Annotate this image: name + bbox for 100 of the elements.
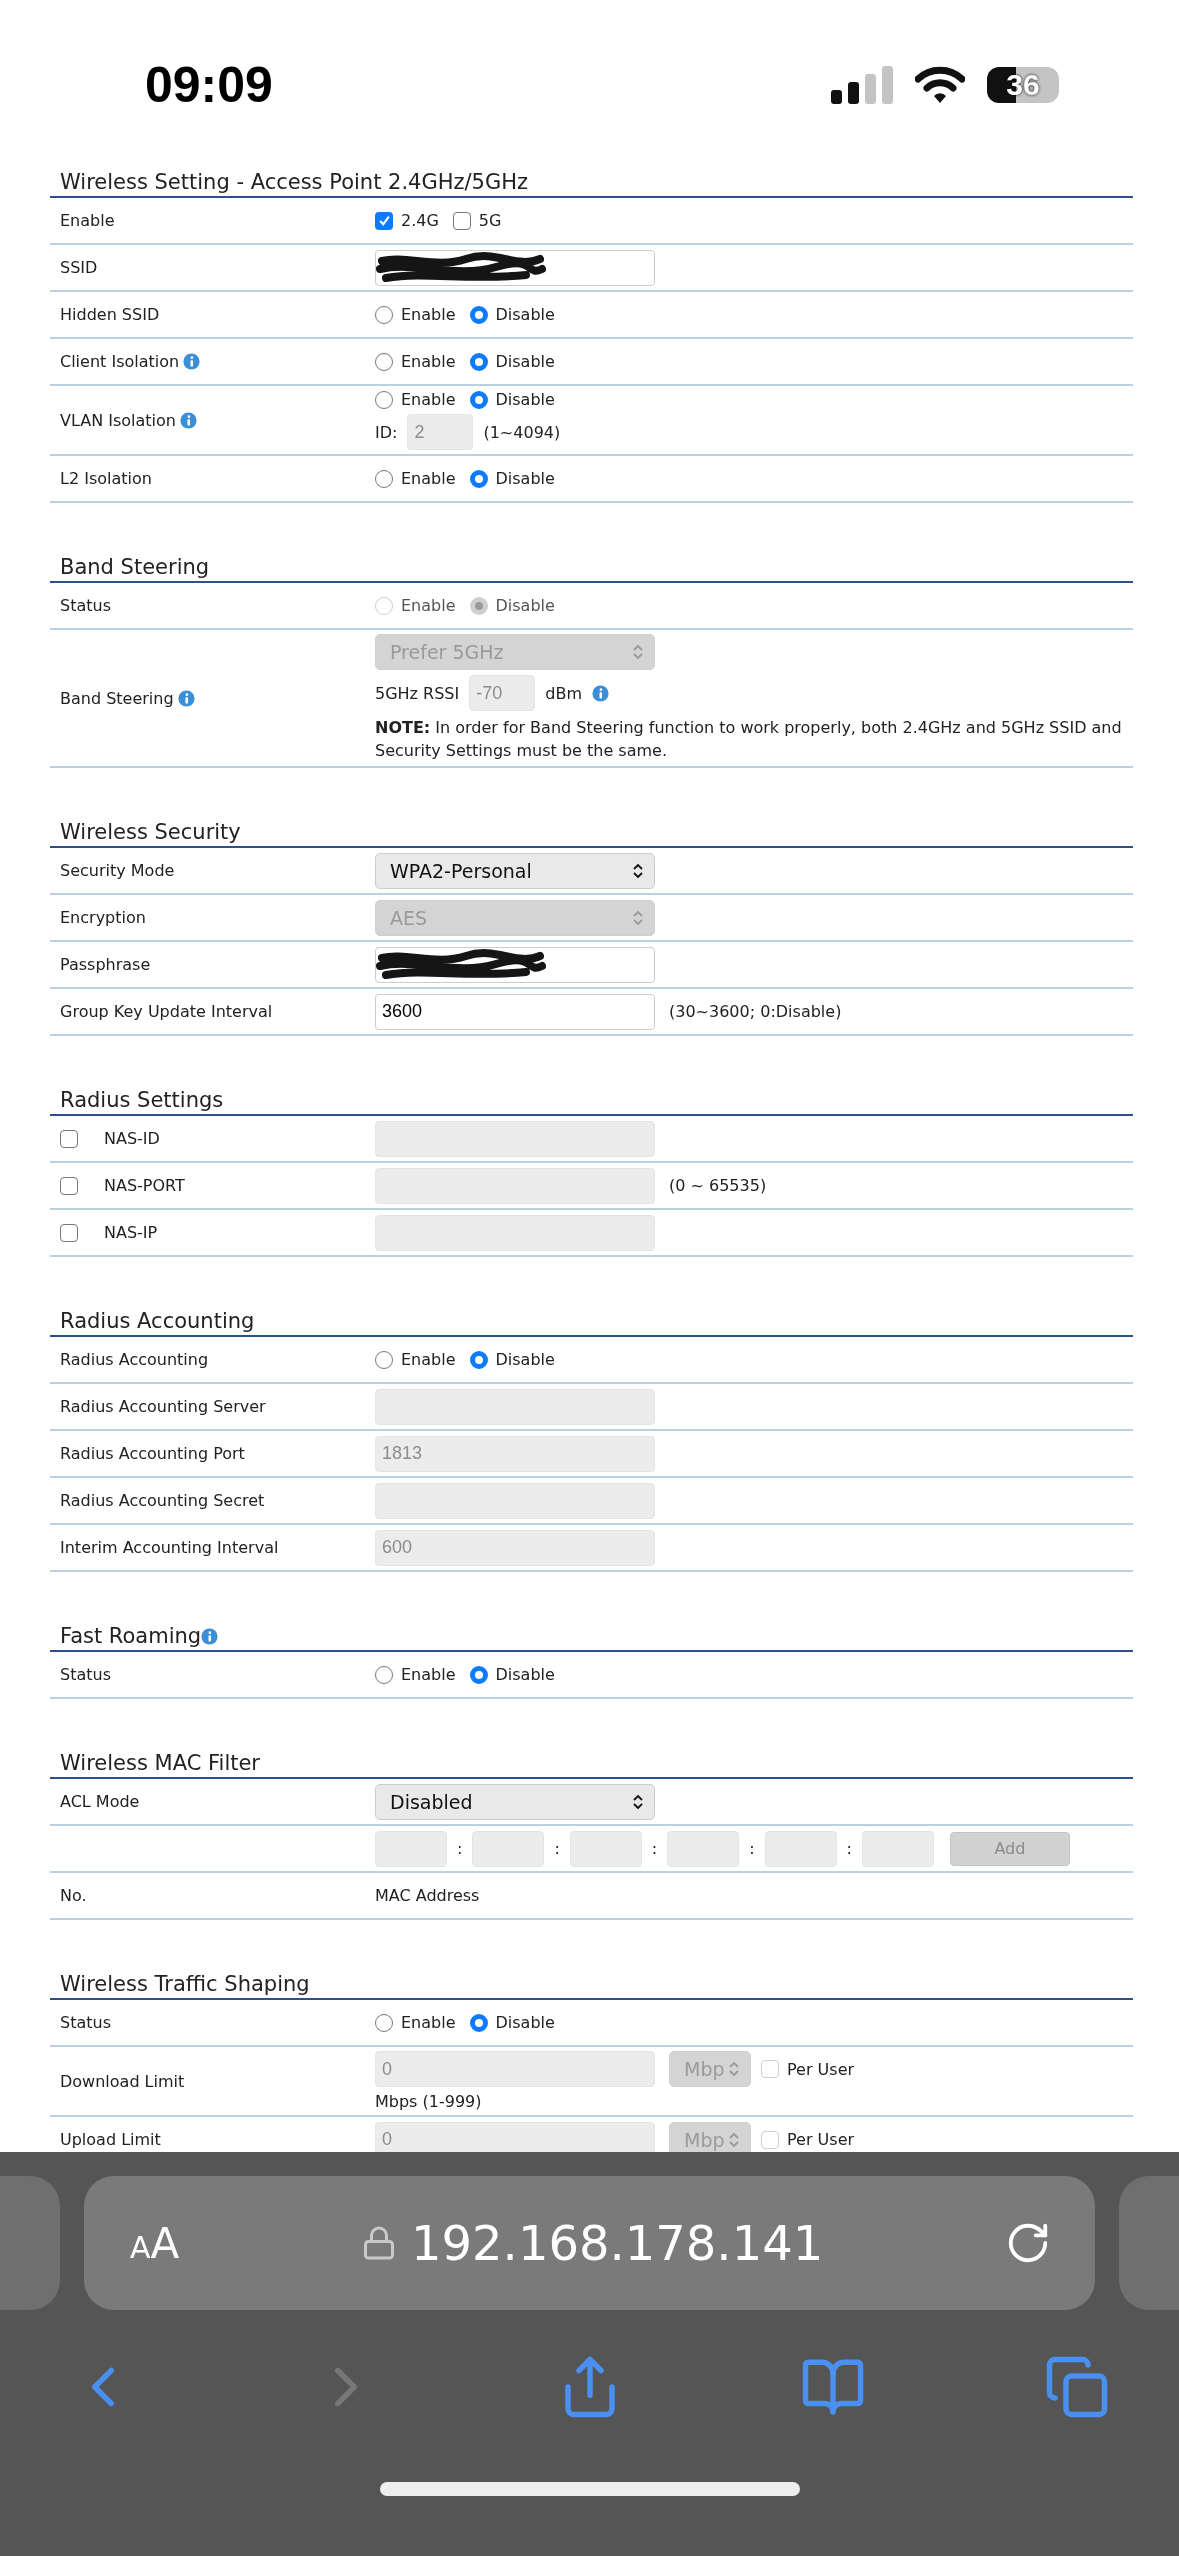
dropdown[interactable]: WPA2-Personal bbox=[375, 852, 655, 889]
option-label: Enable bbox=[401, 1665, 456, 1685]
section-title: Band Steering bbox=[60, 555, 210, 579]
field-label: Radius Accounting Secret bbox=[60, 1491, 265, 1511]
address-bar[interactable]: AA 192.168.178.141 bbox=[84, 2176, 1095, 2310]
option-label: Enable bbox=[401, 352, 456, 371]
option-label: Disable bbox=[495, 305, 555, 324]
option-label: Enable bbox=[401, 2013, 456, 2033]
option-label: Disable bbox=[495, 390, 555, 409]
section-title: Fast Roaming bbox=[60, 1624, 202, 1649]
radio-button[interactable] bbox=[469, 305, 488, 324]
field-label: Band Steering bbox=[60, 688, 174, 708]
radio-button[interactable] bbox=[375, 352, 393, 371]
note-text: NOTE: In order for Band Steering function to work properly, both 2.4GHz and 5GHz SSID and Security Settings must be the same. bbox=[375, 717, 1123, 763]
option-label: Enable bbox=[401, 305, 456, 324]
field-label: Radius Accounting Server bbox=[60, 1397, 266, 1417]
field-label: Security Mode bbox=[60, 861, 175, 881]
input-field[interactable]: 3600 bbox=[375, 993, 655, 1030]
checkbox[interactable] bbox=[60, 1129, 78, 1148]
lock-icon bbox=[361, 2225, 397, 2261]
section-title: Radius Settings bbox=[60, 1088, 224, 1113]
info-icon[interactable] bbox=[177, 689, 195, 707]
option-label: Disable bbox=[495, 2013, 555, 2033]
option-label: Enable bbox=[401, 469, 456, 488]
info-icon[interactable] bbox=[201, 1627, 219, 1645]
option-label: Per User bbox=[787, 2130, 855, 2150]
option-label: Enable bbox=[401, 1350, 456, 1370]
input-field[interactable] bbox=[375, 249, 655, 286]
radio-button[interactable] bbox=[375, 305, 393, 324]
option-label: 5G bbox=[478, 211, 502, 230]
field-label: L2 Isolation bbox=[60, 469, 152, 488]
text-size-button[interactable]: AA bbox=[130, 2218, 180, 2268]
signal-icon bbox=[831, 66, 893, 104]
field-label: VLAN Isolation bbox=[60, 410, 176, 430]
radio-button[interactable] bbox=[469, 390, 488, 409]
field-label: NAS-IP bbox=[104, 1223, 158, 1243]
info-icon[interactable] bbox=[591, 684, 609, 702]
field-label: Passphrase bbox=[60, 955, 151, 975]
radio-button[interactable] bbox=[375, 1665, 393, 1684]
separator-text: : bbox=[749, 1839, 755, 1859]
option-label: Disable bbox=[495, 596, 555, 615]
checkbox[interactable] bbox=[60, 1176, 78, 1195]
field-label: Hidden SSID bbox=[60, 305, 160, 324]
hint-text: 5GHz RSSI bbox=[375, 683, 460, 703]
radio-button[interactable] bbox=[375, 469, 393, 488]
chevrons-icon bbox=[632, 908, 644, 927]
field-label: SSID bbox=[60, 258, 98, 277]
chevrons-icon bbox=[728, 2130, 740, 2149]
section-title: Wireless Setting - Access Point 2.4GHz/5GHz bbox=[60, 170, 529, 194]
option-label: 2.4G bbox=[401, 211, 439, 230]
option-label: Enable bbox=[401, 390, 456, 409]
radio-button[interactable] bbox=[375, 1350, 393, 1369]
dropdown[interactable]: Disabled bbox=[375, 1783, 655, 1820]
url-text: 192.168.178.141 bbox=[411, 2215, 824, 2271]
field-label: Radius Accounting bbox=[60, 1350, 209, 1370]
chevrons-icon bbox=[728, 2060, 740, 2079]
option-label: Per User bbox=[787, 2059, 855, 2079]
checkbox[interactable] bbox=[375, 211, 393, 230]
option-label: Disable bbox=[495, 1350, 555, 1370]
field-label: NAS-PORT bbox=[104, 1176, 185, 1196]
hint-text: (1~4094) bbox=[483, 422, 561, 442]
radio-button[interactable] bbox=[469, 2013, 488, 2032]
field-label: No. bbox=[60, 1886, 87, 1906]
hint-text: MAC Address bbox=[375, 1886, 480, 1906]
field-label: Upload Limit bbox=[60, 2130, 161, 2150]
field-label: Group Key Update Interval bbox=[60, 1002, 273, 1022]
hint-text: dBm bbox=[545, 683, 582, 703]
radio-button[interactable] bbox=[469, 352, 488, 371]
hint-text: Mbps (1-999) bbox=[375, 2092, 482, 2112]
checkbox[interactable] bbox=[452, 211, 471, 230]
info-icon[interactable] bbox=[179, 411, 197, 429]
field-label: ACL Mode bbox=[60, 1792, 140, 1812]
status-time: 09:09 bbox=[145, 56, 273, 114]
chevrons-icon bbox=[632, 1792, 644, 1811]
input-field[interactable] bbox=[375, 946, 655, 983]
field-label: Radius Accounting Port bbox=[60, 1444, 245, 1464]
option-label: Disable bbox=[495, 1665, 555, 1685]
checkbox[interactable] bbox=[60, 1223, 78, 1242]
field-label: NAS-ID bbox=[104, 1129, 160, 1149]
hint-text: (30~3600; 0:Disable) bbox=[669, 1002, 842, 1022]
section-title: Radius Accounting bbox=[60, 1309, 255, 1334]
separator-text: : bbox=[651, 1839, 658, 1859]
field-label: Download Limit bbox=[60, 2071, 185, 2091]
wifi-icon bbox=[915, 66, 965, 104]
section-title: Wireless Security bbox=[60, 820, 241, 845]
radio-button[interactable] bbox=[375, 390, 393, 409]
radio-button[interactable] bbox=[375, 2013, 393, 2032]
chevrons-icon bbox=[632, 861, 644, 880]
section-title: Wireless Traffic Shaping bbox=[60, 1972, 310, 1997]
option-label: Disable bbox=[495, 469, 555, 488]
field-label: Status bbox=[60, 596, 111, 615]
radio-button[interactable] bbox=[469, 1350, 488, 1369]
separator-text: : bbox=[846, 1839, 852, 1859]
option-label: Disable bbox=[495, 352, 555, 371]
option-label: Enable bbox=[401, 596, 456, 615]
radio-button[interactable] bbox=[469, 469, 488, 488]
field-label: Status bbox=[60, 1665, 111, 1685]
info-icon[interactable] bbox=[183, 353, 201, 370]
radio-button[interactable] bbox=[469, 1665, 488, 1684]
hint-text: (0 ~ 65535) bbox=[669, 1176, 767, 1196]
